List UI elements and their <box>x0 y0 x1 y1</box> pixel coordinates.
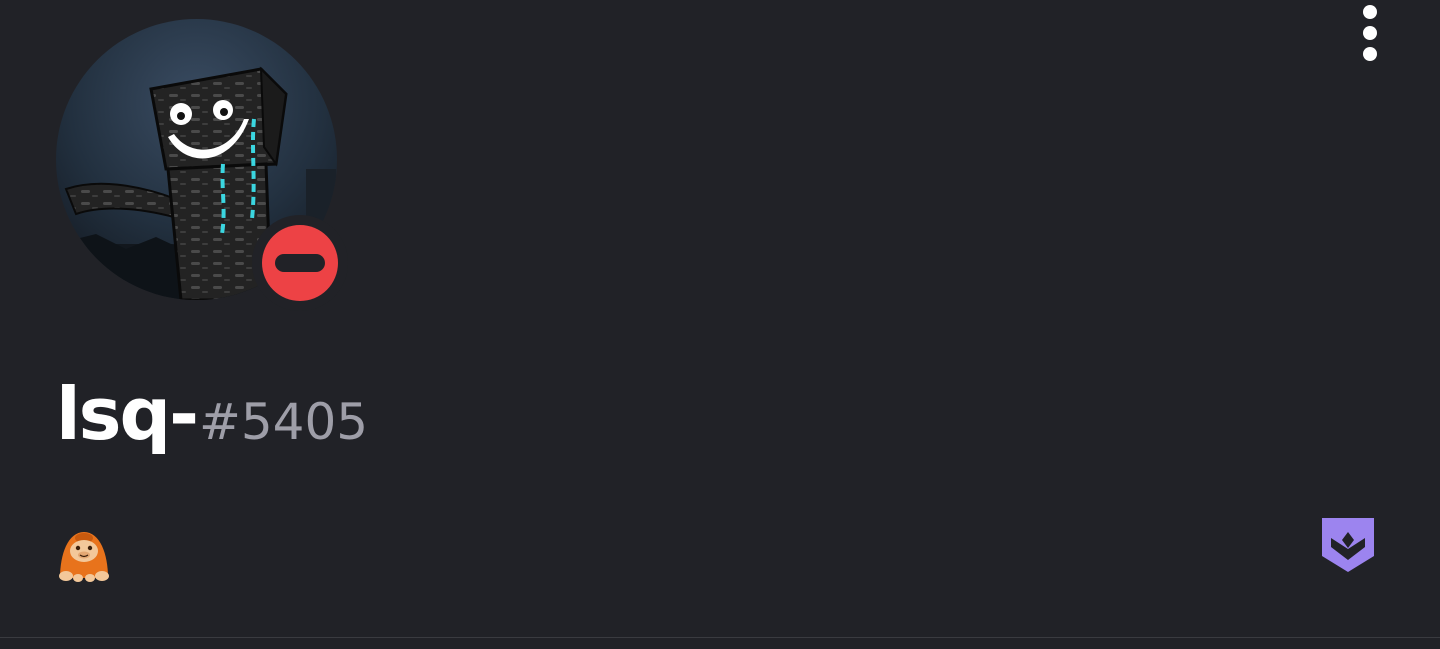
orangutan-badge-icon[interactable] <box>54 524 114 584</box>
discriminator: #5405 <box>198 393 369 451</box>
hypesquad-badge-icon[interactable] <box>1318 514 1378 576</box>
avatar-container[interactable] <box>56 19 348 311</box>
username[interactable]: lsq- <box>56 372 199 456</box>
do-not-disturb-status-icon <box>262 225 338 301</box>
more-vertical-icon-dot <box>1363 5 1377 19</box>
dnd-bar <box>275 254 325 272</box>
username-row: lsq-#5405 <box>56 372 368 462</box>
more-vertical-icon-dot <box>1363 47 1377 61</box>
more-options-button[interactable] <box>1348 0 1392 66</box>
user-profile-panel: lsq-#5405 <box>0 0 1440 638</box>
more-vertical-icon-dot <box>1363 26 1377 40</box>
bottom-divider <box>0 637 1440 638</box>
